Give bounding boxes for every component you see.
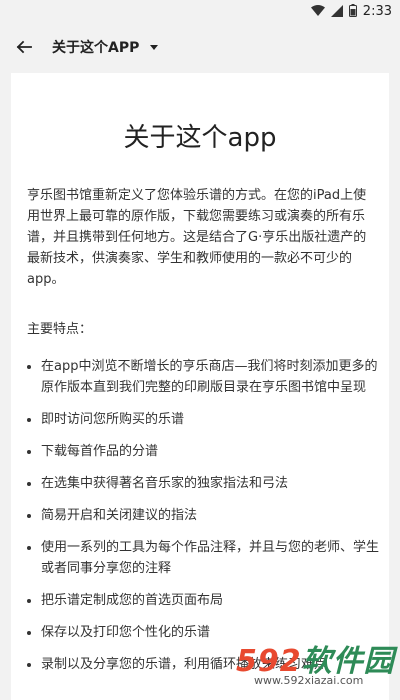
back-button[interactable] — [10, 33, 38, 61]
status-bar: 2:33 — [0, 0, 400, 24]
features-heading: 主要特点： — [27, 322, 93, 337]
feature-item: 把乐谱定制成您的首选页面布局 — [25, 590, 379, 611]
status-time: 2:33 — [362, 4, 392, 19]
feature-item: 下载每首作品的分谱 — [25, 441, 379, 462]
content-panel: 关于这个app 亨乐图书馆重新定义了您体验乐谱的方式。在您的iPad上使用世界上… — [11, 73, 389, 700]
battery-icon — [348, 2, 357, 21]
signal-icon — [330, 2, 343, 21]
status-icons: 2:33 — [310, 2, 392, 21]
arrow-left-icon — [16, 40, 32, 54]
feature-item: 即时访问您所购买的乐谱 — [25, 409, 379, 430]
feature-item: 录制以及分享您的乐谱，利用循环播放来练习难点 — [25, 654, 379, 675]
feature-item: 保存以及打印您个性化的乐谱 — [25, 622, 379, 643]
feature-item: 在app中浏览不断增长的亨乐商店—我们将时刻添加更多的原作版本直到我们完整的印刷… — [25, 356, 379, 398]
feature-item: 简易开启和关闭建议的指法 — [25, 505, 379, 526]
wifi-icon — [310, 2, 325, 21]
app-bar: 关于这个APP — [0, 24, 400, 70]
feature-list: 在app中浏览不断增长的亨乐商店—我们将时刻添加更多的原作版本直到我们完整的印刷… — [25, 356, 379, 686]
feature-item: 使用一系列的工具为每个作品注释，并且与您的老师、学生或者同事分享您的注释 — [25, 537, 379, 579]
caret-down-icon[interactable] — [148, 41, 160, 53]
intro-paragraph: 亨乐图书馆重新定义了您体验乐谱的方式。在您的iPad上使用世界上最可靠的原作版，… — [27, 188, 367, 287]
page-title: 关于这个app — [123, 123, 277, 153]
app-bar-title[interactable]: 关于这个APP — [52, 37, 139, 57]
feature-item: 在选集中获得著名音乐家的独家指法和弓法 — [25, 473, 379, 494]
